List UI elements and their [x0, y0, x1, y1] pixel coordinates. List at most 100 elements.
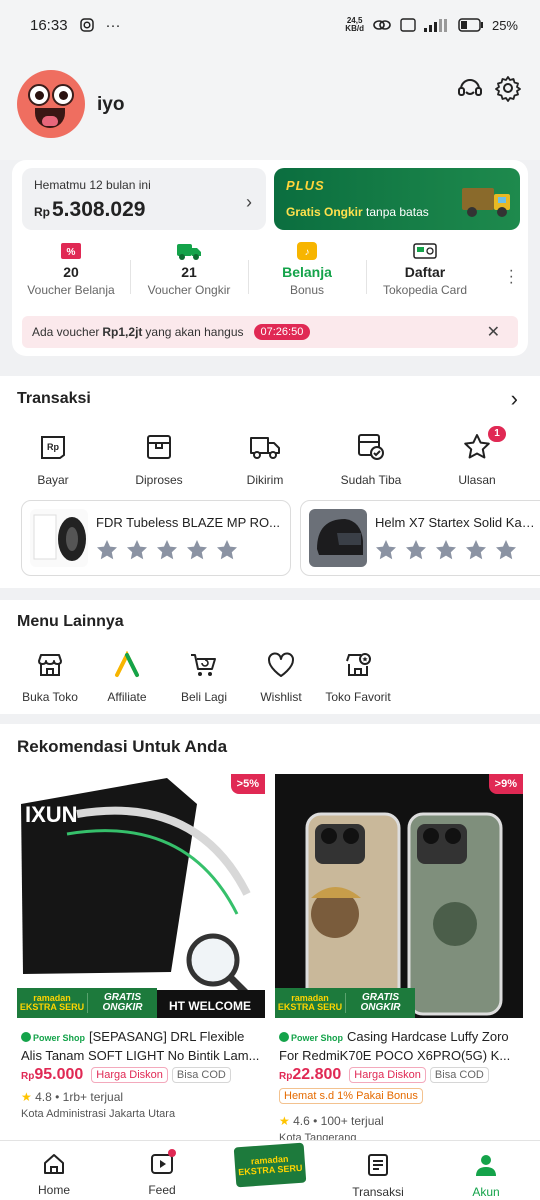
star-icon[interactable] [495, 539, 517, 561]
brand-logo: IXUN [25, 802, 78, 827]
status-time: 16:33 [30, 16, 68, 34]
helmet-product-image [309, 509, 367, 567]
signal-icon [423, 19, 447, 32]
star-icon[interactable] [216, 539, 238, 561]
star-icon: ★ [21, 1090, 32, 1104]
svg-text:Rp: Rp [47, 442, 59, 452]
product-location: Kota Administrasi Jakarta Utara [21, 1108, 176, 1120]
stat-tokopedia-card[interactable]: Daftar Tokopedia Card [366, 240, 484, 304]
nav-transaksi[interactable]: Transaksi [324, 1141, 432, 1200]
bonus-coin-icon: ♪ [297, 242, 317, 260]
box-icon [147, 435, 171, 459]
nav-feed[interactable]: Feed [108, 1141, 216, 1200]
nav-home[interactable]: Home [0, 1141, 108, 1200]
product-rating: ★ 4.8 • 1rb+ terjual [21, 1090, 124, 1104]
package-check-icon [358, 434, 384, 460]
review-product-card[interactable]: FDR Tubeless BLAZE MP RO... [21, 500, 291, 576]
image-caption: HT WELCOME [169, 999, 251, 1013]
stat-belanja-bonus[interactable]: ♪ Belanja Bonus [248, 240, 366, 304]
discount-badge: >9% [488, 774, 523, 794]
power-shop-badge: Power Shop [279, 1029, 343, 1047]
username[interactable]: iyo [97, 94, 124, 116]
battery-icon [458, 18, 483, 32]
notification-badge: 1 [488, 426, 506, 442]
voucher-stats: % 20 Voucher Belanja 21 Voucher Ongkir ♪… [12, 240, 528, 304]
more-notifications-icon: ··· [105, 16, 121, 34]
savings-label: Hematmu 12 bulan ini [34, 178, 151, 192]
tire-product-image [30, 509, 88, 567]
chevron-right-icon: › [246, 192, 252, 212]
savings-amount: Rp5.308.029 [34, 198, 146, 221]
product-card[interactable]: IXUN HT WELCOME >5% ramadan EKSTRA SERU GR… [17, 774, 265, 1140]
promo-label: ramadan EKSTRA SERU GRATIS ONGKIR [17, 988, 157, 1018]
trx-sudah-tiba[interactable]: Sudah Tiba [318, 430, 424, 487]
trx-diproses[interactable]: Diproses [106, 430, 212, 487]
ramadan-promo-logo: ramadan EKSTRA SERU [233, 1142, 307, 1188]
settings-gear-icon[interactable] [494, 74, 522, 102]
stat-voucher-ongkir[interactable]: 21 Voucher Ongkir [130, 240, 248, 304]
star-icon[interactable] [405, 539, 427, 561]
menu-wishlist[interactable]: Wishlist [241, 648, 321, 704]
favorite-store-icon [346, 653, 371, 676]
nav-akun[interactable]: Akun [432, 1141, 540, 1200]
star-icon[interactable] [465, 539, 487, 561]
bonus-savings-tag: Hemat s.d 1% Pakai Bonus [279, 1088, 423, 1104]
product-rating: ★ 4.6 • 100+ terjual [279, 1114, 384, 1128]
promo-label: ramadan EKSTRA SERU GRATIS ONGKIR [275, 988, 415, 1018]
trx-ulasan[interactable]: 1 Ulasan [424, 426, 530, 487]
rekomendasi-section: Rekomendasi Untuk Anda IXUN HT WELCOME >5… [0, 724, 540, 1140]
rating-stars[interactable] [96, 539, 238, 561]
menu-toko-favorit[interactable]: Toko Favorit [318, 648, 398, 704]
product-image: >9% ramadan EKSTRA SERU GRATIS ONGKIR [275, 774, 523, 1018]
cart-reorder-icon [191, 654, 216, 676]
customer-service-icon[interactable] [456, 74, 484, 102]
star-icon[interactable] [435, 539, 457, 561]
link-icon [373, 20, 391, 30]
payment-receipt-icon: Rp [41, 436, 65, 459]
nav-ramadan-promo[interactable]: ramadan EKSTRA SERU [216, 1141, 324, 1200]
battery-percent: 25% [491, 17, 518, 33]
shipping-truck-icon [177, 244, 201, 260]
product-card[interactable]: >9% ramadan EKSTRA SERU GRATIS ONGKIR Pow… [275, 774, 523, 1140]
savings-card[interactable]: Hematmu 12 bulan ini Rp5.308.029 › [22, 168, 266, 230]
home-icon [44, 1154, 64, 1174]
star-icon[interactable] [156, 539, 178, 561]
product-image: IXUN HT WELCOME >5% ramadan EKSTRA SERU GR… [17, 774, 265, 1018]
star-icon[interactable] [126, 539, 148, 561]
stat-voucher-belanja[interactable]: % 20 Voucher Belanja [12, 240, 130, 304]
power-shop-badge: Power Shop [21, 1029, 85, 1047]
cod-tag: Bisa COD [171, 1067, 231, 1083]
rating-stars[interactable] [375, 539, 517, 561]
menu-buka-toko[interactable]: Buka Toko [10, 648, 90, 704]
countdown-timer: 07:26:50 [253, 324, 311, 340]
product-title: Power Shop Casing Hardcase Luffy Zoro For… [279, 1029, 511, 1063]
chevron-right-icon[interactable]: › [511, 386, 518, 412]
status-bar: 16:33 ··· 24,5 KB/d 25% [0, 0, 540, 50]
trx-bayar[interactable]: Rp Bayar [0, 430, 106, 487]
section-title: Rekomendasi Untuk Anda [17, 737, 228, 756]
avatar[interactable] [17, 70, 85, 138]
menu-lainnya-section: Menu Lainnya Buka Toko Affiliate Beli La… [0, 600, 540, 714]
discount-tag: Harga Diskon [349, 1067, 426, 1083]
product-name: FDR Tubeless BLAZE MP RO... [96, 515, 280, 530]
star-icon[interactable] [96, 539, 118, 561]
star-icon: ★ [279, 1114, 290, 1128]
product-location: Kota Tangerang [279, 1132, 357, 1140]
trx-dikirim[interactable]: Dikirim [212, 430, 318, 487]
product-title: Power Shop [SEPASANG] DRL Flexible Alis T… [21, 1029, 260, 1063]
star-icon[interactable] [375, 539, 397, 561]
star-icon[interactable] [186, 539, 208, 561]
affiliate-icon [115, 651, 139, 677]
volte-icon [400, 18, 416, 32]
profile-header: iyo [0, 50, 540, 160]
review-product-card[interactable]: Helm X7 Startex Solid Kacam [300, 500, 540, 576]
bottom-navigation: Home Feed ramadan EKSTRA SERU Transaksi … [0, 1140, 540, 1200]
menu-beli-lagi[interactable]: Beli Lagi [164, 648, 244, 704]
menu-affiliate[interactable]: Affiliate [87, 648, 167, 704]
product-price: Rp95.000 Harga Diskon Bisa COD [21, 1066, 231, 1084]
voucher-expiry-alert[interactable]: Ada voucher Rp1,2jt yang akan hangus 07:26… [22, 316, 518, 348]
close-icon[interactable]: ✕ [487, 322, 500, 342]
product-price: Rp22.800 Harga Diskon Bisa COD [279, 1066, 489, 1084]
more-vertical-icon[interactable]: · · · [509, 263, 514, 291]
plus-banner[interactable]: PLUS Gratis Ongkir tanpa batas [274, 168, 520, 230]
